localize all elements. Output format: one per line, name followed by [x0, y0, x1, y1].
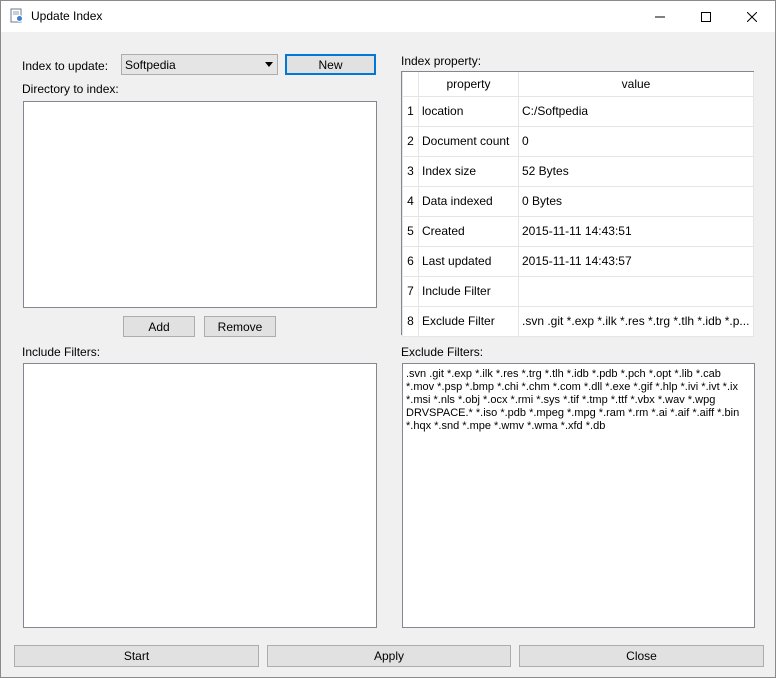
close-button[interactable]: Close — [519, 645, 764, 667]
index-to-update-label: Index to update: — [22, 59, 109, 73]
property-cell: Last updated — [418, 245, 519, 277]
index-select[interactable]: Softpedia — [121, 54, 278, 75]
include-filters-input[interactable] — [23, 363, 377, 628]
value-cell: 0 — [518, 125, 754, 157]
value-cell: 2015-11-11 14:43:57 — [518, 245, 754, 277]
title-bar: Update Index — [1, 1, 775, 32]
directory-to-index-label: Directory to index: — [22, 82, 119, 96]
property-cell: Data indexed — [418, 185, 519, 217]
value-cell: 0 Bytes — [518, 185, 754, 217]
maximize-button[interactable] — [683, 1, 729, 32]
value-cell: 52 Bytes — [518, 155, 754, 187]
close-icon — [747, 11, 757, 22]
chevron-down-icon — [265, 62, 273, 67]
row-number: 8 — [402, 305, 419, 337]
column-header-property[interactable]: property — [418, 72, 519, 97]
row-number: 1 — [402, 95, 419, 127]
maximize-icon — [701, 11, 711, 22]
row-number: 5 — [402, 215, 419, 247]
value-cell: 2015-11-11 14:43:51 — [518, 215, 754, 247]
table-row[interactable]: 8 Exclude Filter .svn .git *.exp *.ilk *… — [402, 305, 754, 337]
property-cell: Created — [418, 215, 519, 247]
property-cell: Document count — [418, 125, 519, 157]
remove-button[interactable]: Remove — [204, 316, 276, 337]
value-cell: C:/Softpedia — [518, 95, 754, 127]
start-button[interactable]: Start — [14, 645, 259, 667]
table-row[interactable]: 6 Last updated 2015-11-11 14:43:57 — [402, 245, 754, 277]
row-number: 7 — [402, 275, 419, 307]
property-cell: location — [418, 95, 519, 127]
exclude-filters-text: .svn .git *.exp *.ilk *.res *.trg *.tlh … — [406, 368, 740, 432]
property-cell: Include Filter — [418, 275, 519, 307]
include-filters-label: Include Filters: — [22, 345, 101, 359]
row-number: 4 — [402, 185, 419, 217]
minimize-button[interactable] — [637, 1, 683, 32]
table-row[interactable]: 5 Created 2015-11-11 14:43:51 — [402, 215, 754, 247]
table-header-row: property value — [402, 72, 754, 97]
value-cell: .svn .git *.exp *.ilk *.res *.trg *.tlh … — [518, 305, 754, 337]
apply-button[interactable]: Apply — [267, 645, 511, 667]
column-header-value[interactable]: value — [518, 72, 754, 97]
index-property-label: Index property: — [401, 54, 482, 68]
table-row[interactable]: 7 Include Filter — [402, 275, 754, 307]
corner-header — [402, 72, 419, 97]
value-cell — [518, 275, 754, 307]
index-select-value: Softpedia — [125, 58, 176, 72]
index-property-table: property value 1 location C:/Softpedia 2… — [402, 72, 754, 337]
property-cell: Index size — [418, 155, 519, 187]
new-button[interactable]: New — [285, 54, 376, 75]
table-row[interactable]: 1 location C:/Softpedia — [402, 95, 754, 127]
exclude-filters-label: Exclude Filters: — [401, 345, 484, 359]
row-number: 3 — [402, 155, 419, 187]
app-icon — [10, 8, 23, 23]
row-number: 2 — [402, 125, 419, 157]
property-cell: Exclude Filter — [418, 305, 519, 337]
directory-list[interactable] — [23, 101, 377, 308]
table-row[interactable]: 4 Data indexed 0 Bytes — [402, 185, 754, 217]
table-row[interactable]: 2 Document count 0 — [402, 125, 754, 157]
add-button[interactable]: Add — [123, 316, 195, 337]
table-row[interactable]: 3 Index size 52 Bytes — [402, 155, 754, 187]
minimize-icon — [655, 16, 665, 17]
update-index-window: Update Index Index to update: Softpedia … — [0, 0, 776, 678]
window-title: Update Index — [31, 9, 103, 23]
close-window-button[interactable] — [729, 1, 775, 32]
row-number: 6 — [402, 245, 419, 277]
